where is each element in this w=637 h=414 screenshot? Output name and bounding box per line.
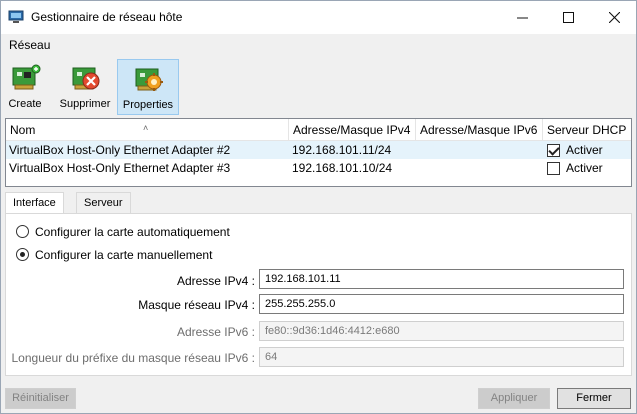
maximize-button[interactable]: [545, 1, 591, 34]
title-bar: Gestionnaire de réseau hôte: [1, 1, 636, 34]
ipv4-address-field[interactable]: 192.168.101.11: [259, 269, 624, 289]
menu-reseau[interactable]: Réseau: [9, 38, 50, 52]
column-header-dhcp[interactable]: Serveur DHCP: [543, 119, 631, 141]
virtualbox-app-icon: [8, 10, 24, 24]
radio-manual-config-label[interactable]: Configurer la carte manuellement: [35, 248, 212, 262]
network-adapters-table: Nom ˄ Adresse/Masque IPv4 Adresse/Masque…: [5, 118, 632, 187]
tab-interface[interactable]: Interface: [5, 192, 64, 215]
column-header-ipv4[interactable]: Adresse/Masque IPv4: [289, 119, 416, 141]
maximize-icon: [562, 10, 574, 26]
ipv4-address-label: Adresse IPv4 :: [176, 274, 255, 288]
network-card-properties-icon: [132, 60, 164, 97]
network-card-remove-icon: [69, 59, 101, 96]
adapter-ipv6: [416, 141, 419, 159]
sort-ascending-icon: ˄: [143, 123, 149, 133]
dhcp-enable-checkbox[interactable]: [547, 162, 560, 175]
menu-bar: Réseau: [1, 35, 636, 55]
adapter-ipv4: 192.168.101.11/24: [292, 143, 392, 157]
ipv4-mask-label: Masque réseau IPv4 :: [138, 298, 255, 312]
column-header-nom[interactable]: Nom ˄: [6, 119, 289, 141]
minimize-icon: [516, 10, 528, 26]
column-header-ipv6[interactable]: Adresse/Masque IPv6: [416, 119, 543, 141]
ipv6-prefix-length-label: Longueur du préfixe du masque réseau IPv…: [11, 351, 256, 365]
delete-label: Supprimer: [59, 98, 111, 110]
ipv6-address-label: Adresse IPv6 :: [176, 325, 255, 339]
adapter-name: VirtualBox Host-Only Ethernet Adapter #2: [9, 143, 231, 157]
reset-button[interactable]: Réinitialiser: [5, 388, 76, 409]
dhcp-enable-label: Activer: [566, 161, 603, 175]
properties-button[interactable]: Properties: [117, 59, 179, 115]
ipv6-address-field: fe80::9d36:1d46:4412:e680: [259, 321, 624, 341]
delete-button[interactable]: Supprimer: [57, 59, 113, 115]
adapter-name: VirtualBox Host-Only Ethernet Adapter #3: [9, 161, 231, 175]
dhcp-enable-label: Activer: [566, 143, 603, 157]
apply-button[interactable]: Appliquer: [478, 388, 550, 409]
network-card-add-icon: [9, 59, 41, 96]
toolbar: Create Supprimer Properties: [1, 57, 636, 115]
adapter-ipv4: 192.168.101.10/24: [292, 161, 393, 175]
table-row[interactable]: VirtualBox Host-Only Ethernet Adapter #2…: [6, 141, 631, 159]
table-header: Nom ˄ Adresse/Masque IPv4 Adresse/Masque…: [6, 119, 631, 141]
ipv6-prefix-length-field: 64: [259, 347, 624, 367]
window-title: Gestionnaire de réseau hôte: [31, 10, 183, 24]
radio-auto-config-label[interactable]: Configurer la carte automatiquement: [35, 225, 230, 239]
radio-auto-config[interactable]: [16, 225, 29, 238]
radio-manual-config[interactable]: [16, 248, 29, 261]
properties-label: Properties: [122, 99, 174, 111]
host-network-manager-window: Gestionnaire de réseau hôte Réseau Creat…: [0, 0, 637, 414]
dhcp-enable-checkbox[interactable]: [547, 144, 560, 157]
close-icon: [608, 10, 620, 26]
close-button[interactable]: Fermer: [557, 388, 631, 409]
create-button[interactable]: Create: [4, 59, 46, 115]
close-window-button[interactable]: [591, 1, 637, 34]
interface-panel: Configurer la carte automatiquement Conf…: [5, 213, 632, 376]
ipv4-mask-field[interactable]: 255.255.255.0: [259, 294, 624, 314]
minimize-button[interactable]: [499, 1, 545, 34]
tab-dhcp-server[interactable]: Serveur DHCP: [76, 192, 131, 229]
table-row[interactable]: VirtualBox Host-Only Ethernet Adapter #3…: [6, 159, 631, 177]
adapter-ipv6: [416, 159, 419, 177]
create-label: Create: [8, 98, 42, 110]
